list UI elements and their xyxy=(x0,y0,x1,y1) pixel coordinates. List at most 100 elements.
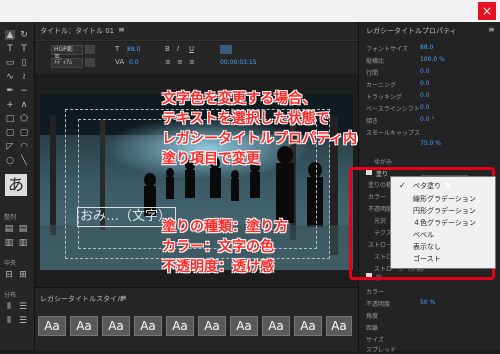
text-style-preview: あ xyxy=(5,174,27,196)
style-swatch-8[interactable]: Aa xyxy=(262,316,290,336)
shadow-opacity-value[interactable]: 50 % xyxy=(420,299,435,306)
panel-menu-icon[interactable]: ≡ xyxy=(118,25,125,34)
annotation-line-3: レガシータイトルプロパティ内の xyxy=(162,131,372,147)
styles-menu-icon[interactable]: ≡ xyxy=(120,293,127,302)
title-controls-bar: HGP創英... ﾒﾃﾞｨｱﾑ T 88.0 VA 0.0 B I U ≡ ≡ … xyxy=(35,42,358,74)
style-swatch-3[interactable]: Aa xyxy=(102,316,130,336)
align-right-text-icon[interactable]: ≡ xyxy=(189,58,195,66)
title-tab[interactable]: タイトル：タイトル 01 xyxy=(40,26,114,36)
kerning-value[interactable]: 0.0 xyxy=(129,59,139,66)
wedge-tool-icon[interactable]: ◸ xyxy=(5,142,15,152)
timecode-value[interactable]: 00;00;03;15 xyxy=(220,59,257,66)
align-left-icon[interactable]: ▤ xyxy=(4,224,14,234)
roll-crawl-icon[interactable] xyxy=(85,58,95,67)
type-tool-icon[interactable]: T xyxy=(5,44,15,54)
prop-label-small-caps: スモールキャップス xyxy=(366,130,421,137)
rounded-rectangle-tool-icon[interactable]: ▢ xyxy=(5,128,15,138)
arc-tool-icon[interactable]: ◠ xyxy=(19,142,29,152)
prop-value-slant[interactable]: 0.0 ° xyxy=(420,116,434,123)
shadow-opacity-label: 不透明度 xyxy=(366,301,391,308)
shadow-angle-label: 角度 xyxy=(366,313,379,320)
menu-item-linear-gradient[interactable]: 線形グラデーション xyxy=(413,194,476,204)
show-background-icon[interactable] xyxy=(220,45,232,54)
font-style-select[interactable]: ﾒﾃﾞｨｱﾑ xyxy=(51,58,83,68)
prop-value-aspect[interactable]: 100.0 % xyxy=(420,56,445,63)
distribute-section-label: 分布 xyxy=(4,292,17,299)
menu-item-none[interactable]: 表示なし xyxy=(413,242,441,252)
new-title-icon[interactable] xyxy=(85,45,95,54)
prop-value-font-size[interactable]: 88.0 xyxy=(420,44,433,51)
shadow-distance-label: 距離 xyxy=(366,325,379,332)
align-bottom-icon[interactable]: ▥ xyxy=(18,238,28,248)
distribute-top-icon[interactable]: ☰ xyxy=(18,302,28,312)
prop-value-kerning[interactable]: 0.0 xyxy=(420,80,430,87)
check-icon: ✓ xyxy=(399,181,406,190)
distribute-center-icon[interactable]: ⫴ xyxy=(4,316,14,326)
annotation-line-2: テキストを選択した状態で xyxy=(162,111,330,127)
menu-item-radial-gradient[interactable]: 円形グラデーション xyxy=(413,206,476,216)
annotation-line-1: 文字色を変更する場合、 xyxy=(162,91,316,107)
distribute-left-icon[interactable]: ⫴ xyxy=(4,302,14,312)
align-top-icon[interactable]: ▥ xyxy=(4,238,14,248)
vertical-path-type-tool-icon[interactable]: ≀ xyxy=(19,72,29,82)
distribute-bottom-icon[interactable]: ☰ xyxy=(18,316,28,326)
close-button[interactable]: × xyxy=(478,2,496,20)
prop-value-leading[interactable]: 0.0 xyxy=(420,68,430,75)
section-distort[interactable]: ゆがみ xyxy=(374,157,392,166)
prop-label-leading: 行間 xyxy=(366,70,379,77)
prop-value-small-caps-size[interactable]: 75.0 % xyxy=(420,140,441,147)
area-type-tool-icon[interactable]: ▭ xyxy=(5,58,15,68)
align-center-text-icon[interactable]: ≡ xyxy=(177,58,183,66)
prop-label-tracking: トラッキング xyxy=(366,94,402,101)
menu-item-bevel[interactable]: ベベル xyxy=(413,230,434,240)
center-vertical-icon[interactable]: ⊞ xyxy=(18,270,28,280)
style-swatch-1[interactable]: Aa xyxy=(38,316,66,336)
convert-anchor-tool-icon[interactable]: ∧ xyxy=(19,100,29,110)
delete-anchor-tool-icon[interactable]: − xyxy=(19,86,29,96)
kerning-icon: VA xyxy=(115,58,125,66)
align-section-label: 整列 xyxy=(4,214,17,221)
prop-label-aspect: 縦横比 xyxy=(366,58,385,65)
align-right-icon[interactable]: ▤ xyxy=(18,224,28,234)
path-type-tool-icon[interactable]: ∿ xyxy=(5,72,15,82)
menu-item-ghost[interactable]: ゴースト xyxy=(413,254,441,264)
center-horizontal-icon[interactable]: ⊟ xyxy=(4,270,14,280)
properties-menu-icon[interactable]: ≡ xyxy=(488,25,495,34)
vertical-type-tool-icon[interactable]: T xyxy=(19,44,29,54)
prop-label-baseline-shift: ベースラインシフト xyxy=(366,106,420,113)
clipped-corner-rectangle-tool-icon[interactable]: ⬠ xyxy=(19,114,29,124)
style-swatch-6[interactable]: Aa xyxy=(198,316,226,336)
prop-label-kerning: カーニング xyxy=(366,82,397,89)
styles-panel-title: レガシータイトルスタイル xyxy=(40,295,124,303)
rectangle-tool-icon[interactable]: □ xyxy=(5,114,15,124)
center-section-label: 中央 xyxy=(4,260,17,267)
pen-tool-icon[interactable]: ✒ xyxy=(5,86,15,96)
align-left-text-icon[interactable]: ≡ xyxy=(165,58,171,66)
menu-item-solid[interactable]: ベタ塗り xyxy=(413,181,441,191)
rotation-tool-icon[interactable]: ↻ xyxy=(19,30,29,40)
font-size-value[interactable]: 88.0 xyxy=(127,46,140,53)
style-swatch-9[interactable]: Aa xyxy=(294,316,322,336)
italic-icon[interactable]: I xyxy=(177,45,179,53)
prop-label-font-size: フォントサイズ xyxy=(366,46,408,53)
annotation-line-4: 塗り項目で変更 xyxy=(162,151,260,167)
prop-value-baseline-shift[interactable]: 0.0 xyxy=(420,104,430,111)
style-swatch-4[interactable]: Aa xyxy=(134,316,162,336)
underline-icon[interactable]: U xyxy=(189,45,194,53)
bold-icon[interactable]: B xyxy=(165,45,170,53)
vertical-area-type-tool-icon[interactable]: ▯ xyxy=(19,58,29,68)
style-swatch-2[interactable]: Aa xyxy=(70,316,98,336)
style-swatch-5[interactable]: Aa xyxy=(166,316,194,336)
prop-value-tracking[interactable]: 0.0 xyxy=(420,92,430,99)
add-anchor-tool-icon[interactable]: + xyxy=(5,100,15,110)
fill-type-menu: ✓ ベタ塗り 線形グラデーション 円形グラデーション ４色グラデーション ベベル… xyxy=(390,176,496,269)
annotation-detail-2: カラー：文字の色 xyxy=(162,239,274,255)
style-swatch-7[interactable]: Aa xyxy=(230,316,258,336)
menu-item-4color-gradient[interactable]: ４色グラデーション xyxy=(413,218,476,228)
line-tool-icon[interactable]: ╲ xyxy=(19,156,29,166)
selection-tool-icon[interactable]: ▲ xyxy=(5,30,15,40)
ellipse-tool-icon[interactable]: ○ xyxy=(5,156,15,166)
rounded-corner-rectangle-tool-icon[interactable]: ▢ xyxy=(19,128,29,138)
font-family-select[interactable]: HGP創英... xyxy=(51,45,83,61)
style-swatch-10[interactable]: Aa xyxy=(326,316,352,336)
